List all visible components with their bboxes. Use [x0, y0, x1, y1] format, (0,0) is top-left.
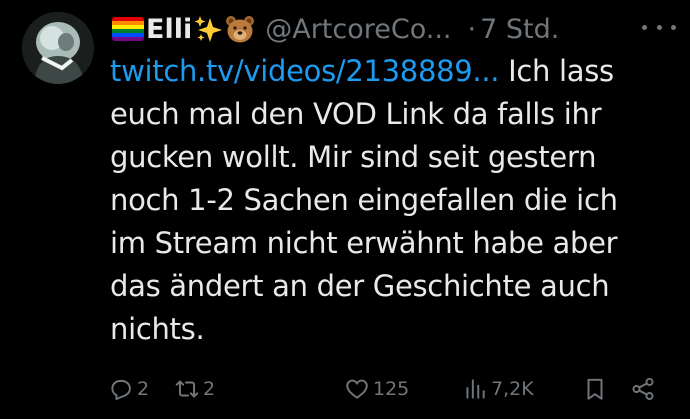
tweet-line: euch mal den VOD Link da falls ihr [110, 97, 602, 131]
heart-icon [344, 376, 370, 402]
reply-icon [108, 376, 134, 402]
tweet-line: noch 1-2 Sachen eingefallen die ich [110, 183, 618, 217]
tweet-actions: 2 2 125 7,2K [108, 372, 668, 406]
tweet-line: im Stream nicht erwähnt habe aber [110, 226, 618, 260]
tweet-line: gucken wollt. Mir sind seit gestern [110, 140, 597, 174]
views-button[interactable]: 7,2K [462, 372, 534, 406]
tweet-header: Elli @ArtcoreCo... · 7 Std. [112, 9, 672, 49]
tweet-line: das ändert an der Geschichte auch [110, 269, 610, 303]
like-count: 125 [373, 378, 410, 400]
reply-button[interactable]: 2 [108, 372, 149, 406]
retweet-count: 2 [203, 378, 216, 400]
bear-face-icon [225, 14, 255, 44]
separator-dot: · [467, 13, 477, 45]
rainbow-flag-icon [112, 17, 144, 41]
user-handle[interactable]: @ArtcoreCo... [265, 14, 451, 45]
more-options-icon[interactable] [642, 14, 676, 40]
timestamp[interactable]: 7 Std. [480, 14, 559, 45]
retweet-button[interactable]: 2 [174, 372, 215, 406]
like-button[interactable]: 125 [344, 372, 409, 406]
tweet-line: twitch.tv/videos/2138889... Ich lass [110, 54, 614, 88]
view-count: 7,2K [491, 378, 534, 400]
bookmark-icon [582, 376, 608, 402]
tweet-text: twitch.tv/videos/2138889... Ich lass euc… [110, 50, 670, 351]
reply-count: 2 [137, 378, 150, 400]
retweet-icon [174, 376, 200, 402]
share-button[interactable] [630, 372, 656, 406]
sparkles-icon [194, 14, 224, 44]
analytics-icon [462, 376, 488, 402]
avatar[interactable] [22, 12, 94, 84]
bookmark-button[interactable] [582, 372, 608, 406]
tweet-link[interactable]: twitch.tv/videos/2138889... [110, 54, 499, 88]
display-name[interactable]: Elli [146, 14, 192, 45]
share-icon [630, 376, 656, 402]
tweet[interactable]: Elli @ArtcoreCo... · 7 Std. twitch.tv/vi… [0, 0, 690, 419]
tweet-line: nichts. [110, 312, 205, 346]
